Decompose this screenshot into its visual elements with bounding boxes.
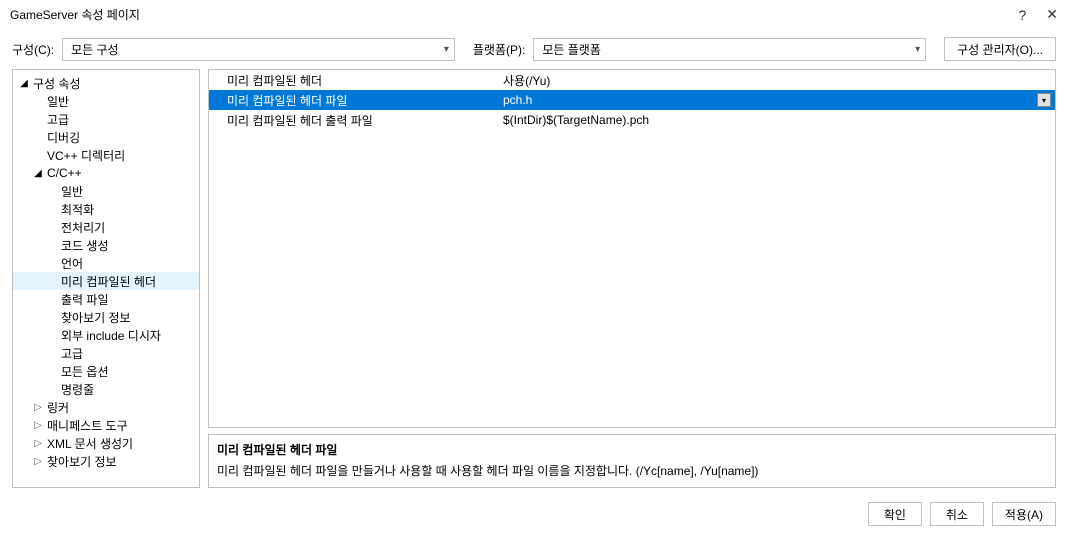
- dropdown-icon[interactable]: ▾: [1037, 93, 1051, 107]
- tree-item-ccpp-precompiled[interactable]: 미리 컴파일된 헤더: [13, 272, 199, 290]
- tree-item-ccpp-all-options[interactable]: 모든 옵션: [13, 362, 199, 380]
- platform-combo[interactable]: 모든 플랫폼 ▾: [533, 38, 926, 61]
- property-grid[interactable]: 미리 컴파일된 헤더 사용(/Yu) 미리 컴파일된 헤더 파일 pch.h ▾…: [208, 69, 1056, 428]
- tree-item-ccpp-output[interactable]: 출력 파일: [13, 290, 199, 308]
- description-body: 미리 컴파일된 헤더 파일을 만들거나 사용할 때 사용할 헤더 파일 이름을 …: [217, 462, 1047, 479]
- tree-item-ccpp-general[interactable]: 일반: [13, 182, 199, 200]
- chevron-down-icon: ▾: [915, 44, 920, 55]
- tree-item-ccpp-optimization[interactable]: 최적화: [13, 200, 199, 218]
- tree-item-advanced[interactable]: 고급: [13, 110, 199, 128]
- tree-item-ccpp-browse[interactable]: 찾아보기 정보: [13, 308, 199, 326]
- tree-item-xml[interactable]: ▷ XML 문서 생성기: [13, 434, 199, 452]
- grid-row[interactable]: 미리 컴파일된 헤더 사용(/Yu): [209, 70, 1055, 90]
- grid-row-selected[interactable]: 미리 컴파일된 헤더 파일 pch.h ▾: [209, 90, 1055, 110]
- config-label: 구성(C):: [12, 41, 54, 58]
- tree-item-browse-info[interactable]: ▷ 찾아보기 정보: [13, 452, 199, 470]
- expand-icon: ◢: [31, 168, 45, 179]
- tree-root[interactable]: ◢ 구성 속성: [13, 74, 199, 92]
- description-box: 미리 컴파일된 헤더 파일 미리 컴파일된 헤더 파일을 만들거나 사용할 때 …: [208, 434, 1056, 488]
- config-tree[interactable]: ◢ 구성 속성 일반 고급 디버깅 VC++ 디렉터리 ◢ C/C++: [12, 69, 200, 488]
- tree-item-ccpp[interactable]: ◢ C/C++: [13, 164, 199, 182]
- prop-name: 미리 컴파일된 헤더 출력 파일: [209, 112, 499, 129]
- prop-name: 미리 컴파일된 헤더 파일: [209, 92, 499, 109]
- close-icon[interactable]: ✕: [1046, 6, 1058, 23]
- expand-icon: ▷: [31, 456, 45, 467]
- platform-label: 플랫폼(P):: [473, 41, 525, 58]
- config-value: 모든 구성: [71, 41, 119, 58]
- tree-item-debugging[interactable]: 디버깅: [13, 128, 199, 146]
- ok-button[interactable]: 확인: [868, 502, 922, 526]
- prop-value: pch.h: [503, 93, 532, 107]
- grid-row[interactable]: 미리 컴파일된 헤더 출력 파일 $(IntDir)$(TargetName).…: [209, 110, 1055, 130]
- description-title: 미리 컴파일된 헤더 파일: [217, 441, 1047, 458]
- window-title: GameServer 속성 페이지: [10, 6, 140, 23]
- prop-value: $(IntDir)$(TargetName).pch: [503, 113, 649, 127]
- config-combo[interactable]: 모든 구성 ▾: [62, 38, 455, 61]
- chevron-down-icon: ▾: [444, 44, 449, 55]
- tree-item-ccpp-cmdline[interactable]: 명령줄: [13, 380, 199, 398]
- tree-item-vcdir[interactable]: VC++ 디렉터리: [13, 146, 199, 164]
- prop-name: 미리 컴파일된 헤더: [209, 72, 499, 89]
- tree-item-ccpp-advanced[interactable]: 고급: [13, 344, 199, 362]
- cancel-button[interactable]: 취소: [930, 502, 984, 526]
- expand-icon: ▷: [31, 402, 45, 413]
- tree-item-ccpp-language[interactable]: 언어: [13, 254, 199, 272]
- tree-item-linker[interactable]: ▷ 링커: [13, 398, 199, 416]
- help-icon[interactable]: ?: [1018, 7, 1026, 23]
- platform-value: 모든 플랫폼: [542, 41, 601, 58]
- tree-item-ccpp-codegen[interactable]: 코드 생성: [13, 236, 199, 254]
- tree-item-general[interactable]: 일반: [13, 92, 199, 110]
- tree-item-ccpp-preprocessor[interactable]: 전처리기: [13, 218, 199, 236]
- tree-item-ccpp-external-include[interactable]: 외부 include 디시자: [13, 326, 199, 344]
- tree-item-manifest[interactable]: ▷ 매니페스트 도구: [13, 416, 199, 434]
- apply-button[interactable]: 적용(A): [992, 502, 1056, 526]
- expand-icon: ▷: [31, 420, 45, 431]
- config-manager-button[interactable]: 구성 관리자(O)...: [944, 37, 1056, 61]
- expand-icon: ◢: [17, 78, 31, 89]
- expand-icon: ▷: [31, 438, 45, 449]
- prop-value: 사용(/Yu): [503, 72, 550, 89]
